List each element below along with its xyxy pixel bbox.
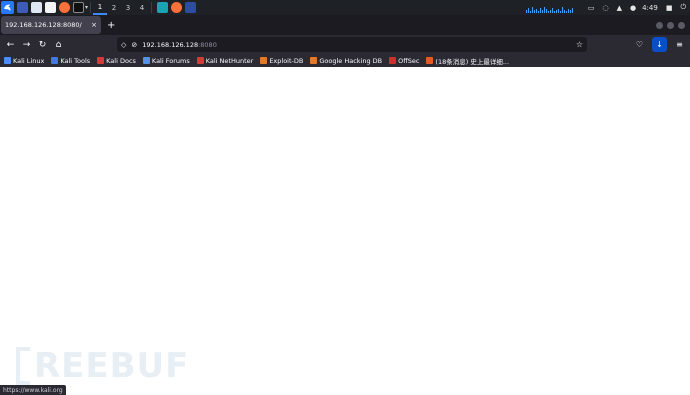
browser-tab[interactable]: 192.168.126.128:8080/ × bbox=[1, 16, 101, 34]
bookmark-exploit-db[interactable]: Exploit-DB bbox=[260, 57, 303, 65]
bookmark-label: Google Hacking DB bbox=[319, 56, 383, 65]
bookmark-offsec[interactable]: OffSec bbox=[389, 57, 419, 65]
home-icon[interactable]: ⌂ bbox=[51, 37, 66, 52]
address-bar[interactable]: ◇ ⊘ 192.168.126.128:8080 ☆ bbox=[117, 37, 587, 52]
bookmark-label: Kali Linux bbox=[13, 56, 45, 65]
taskbar-separator bbox=[151, 2, 153, 13]
reload-icon[interactable]: ↻ bbox=[35, 37, 50, 52]
csdn-icon bbox=[426, 57, 434, 64]
window-controls bbox=[652, 21, 690, 29]
workspace-3[interactable]: 3 bbox=[121, 0, 135, 15]
bookmark-kali-forums[interactable]: Kali Forums bbox=[142, 56, 190, 65]
kali-bookmark-icon bbox=[4, 57, 11, 64]
workspace-1[interactable]: 1 bbox=[93, 0, 108, 15]
bookmark-label: (18条消息) 史上最详细... bbox=[435, 57, 510, 66]
clock[interactable]: 4:49 bbox=[642, 4, 658, 12]
power-icon[interactable]: ● bbox=[630, 4, 636, 12]
taskbar-separator bbox=[90, 2, 92, 13]
bookmark-label: Exploit-DB bbox=[269, 56, 304, 65]
lock-icon[interactable]: ■ bbox=[666, 4, 673, 12]
back-arrow-icon[interactable]: ← bbox=[3, 37, 18, 52]
notification-bell-icon[interactable]: ▲ bbox=[617, 4, 622, 12]
url-host: 192.168.126.128 bbox=[142, 40, 199, 49]
close-window-button[interactable] bbox=[678, 21, 685, 29]
new-tab-button[interactable]: + bbox=[107, 20, 115, 31]
page-info-icon[interactable]: ⊘ bbox=[131, 41, 137, 49]
bookmark-kali-docs[interactable]: Kali Docs bbox=[97, 57, 136, 65]
workspace-4[interactable]: 4 bbox=[135, 0, 149, 15]
volume-muted-icon[interactable]: ◌ bbox=[602, 4, 608, 12]
tab-close-icon[interactable]: × bbox=[91, 21, 97, 29]
terminal-launcher-icon[interactable] bbox=[73, 2, 84, 13]
pocket-icon[interactable]: ♡ bbox=[632, 37, 647, 52]
bookmark-kali-tools[interactable]: Kali Tools bbox=[51, 57, 90, 65]
kali-forums-icon bbox=[142, 57, 150, 64]
status-bar-url: https://www.kali.org bbox=[0, 385, 66, 395]
navigation-toolbar: ← → ↻ ⌂ ◇ ⊘ 192.168.126.128:8080 ☆ ♡ ↓ ≡ bbox=[0, 35, 690, 54]
freebuf-logo-icon bbox=[16, 347, 30, 385]
url-port: :8080 bbox=[198, 40, 217, 49]
workspace-2[interactable]: 2 bbox=[107, 0, 121, 15]
forward-arrow-icon[interactable]: → bbox=[19, 37, 34, 52]
bookmark-label: Kali Forums bbox=[151, 56, 190, 65]
shield-icon[interactable]: ◇ bbox=[121, 41, 126, 49]
bookmark-label: Kali Docs bbox=[106, 56, 136, 65]
offsec-icon bbox=[389, 57, 397, 64]
firefox-launcher-icon[interactable] bbox=[59, 2, 70, 13]
freebuf-watermark: REEBUF bbox=[16, 346, 189, 386]
running-firefox-icon[interactable] bbox=[171, 2, 183, 13]
bookmark-label: Kali NetHunter bbox=[205, 56, 254, 65]
maximize-button[interactable] bbox=[667, 21, 674, 29]
nethunter-icon bbox=[196, 57, 204, 64]
kali-menu-icon[interactable] bbox=[1, 1, 14, 14]
tab-title: 192.168.126.128:8080/ bbox=[5, 21, 82, 29]
chevron-down-icon[interactable]: ▾ bbox=[85, 4, 88, 11]
logout-icon[interactable]: ⏻ bbox=[680, 3, 686, 12]
text-editor-icon[interactable] bbox=[45, 2, 56, 13]
ghdb-icon bbox=[310, 57, 318, 64]
bookmark-google-hacking-db[interactable]: Google Hacking DB bbox=[310, 57, 382, 65]
bookmark-csdn-article[interactable]: (18条消息) 史上最详细... bbox=[426, 56, 509, 66]
bookmark-kali-nethunter[interactable]: Kali NetHunter bbox=[196, 56, 254, 65]
show-desktop-icon[interactable] bbox=[17, 2, 28, 13]
bookmark-kali-linux[interactable]: Kali Linux bbox=[4, 57, 44, 65]
network-monitor-graph bbox=[525, 2, 574, 13]
bookmark-label: OffSec bbox=[398, 56, 420, 65]
exploit-db-icon bbox=[260, 57, 268, 64]
file-manager-icon[interactable] bbox=[31, 2, 42, 13]
downloads-icon[interactable]: ↓ bbox=[652, 37, 667, 52]
running-window-icon[interactable] bbox=[185, 2, 197, 13]
bookmark-label: Kali Tools bbox=[60, 56, 91, 65]
bookmark-star-icon[interactable]: ☆ bbox=[576, 40, 583, 49]
menu-icon[interactable]: ≡ bbox=[672, 37, 687, 52]
minimize-button[interactable] bbox=[656, 21, 663, 29]
display-icon[interactable]: ▭ bbox=[588, 4, 595, 12]
system-taskbar: ▾ 1 2 3 4 ▭ ◌ ▲ ● 4:49 ■ ⏻ bbox=[0, 0, 690, 15]
browser-tab-bar: 192.168.126.128:8080/ × + bbox=[0, 15, 690, 35]
kali-tools-icon bbox=[51, 57, 59, 64]
kali-docs-icon bbox=[97, 57, 105, 64]
running-app-icon[interactable] bbox=[157, 2, 169, 13]
watermark-text: REEBUF bbox=[34, 346, 190, 386]
bookmarks-toolbar: Kali Linux Kali Tools Kali Docs Kali For… bbox=[0, 54, 690, 67]
